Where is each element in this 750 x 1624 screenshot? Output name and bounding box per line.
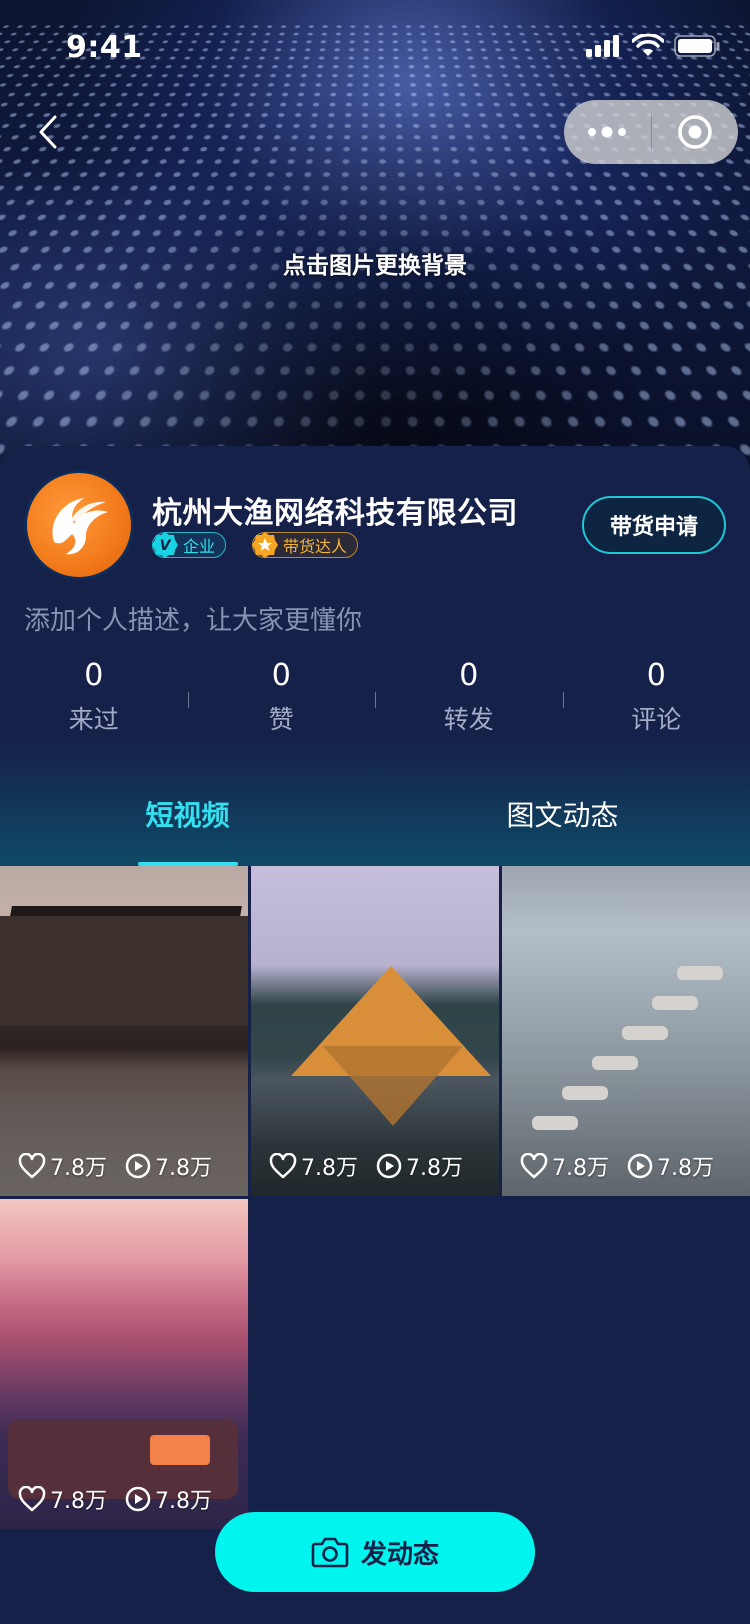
stat-value: 0 [563,658,750,694]
thumbnail-art [592,1056,638,1070]
video-thumbnail[interactable]: 7.8万 7.8万 [502,866,750,1196]
video-stats: 7.8万 7.8万 [269,1150,463,1182]
stat-label: 评论 [563,700,750,736]
post-update-label: 发动态 [361,1534,439,1571]
stat-comments[interactable]: 0 评论 [563,658,750,748]
play-count: 7.8万 [155,1483,212,1515]
stat-label: 来过 [0,700,188,736]
video-thumbnail[interactable]: 7.8万 7.8万 [251,866,499,1196]
company-logo-icon [40,486,118,564]
play-icon [125,1486,151,1512]
profile-stats: 0 来过 0 赞 0 转发 0 评论 [0,658,750,748]
heart-icon [18,1153,46,1179]
mini-program-capsule [564,100,738,164]
star-badge-icon [251,531,279,559]
play-icon [376,1153,402,1179]
close-mini-program-button[interactable] [652,114,739,150]
more-dots-icon [587,126,627,138]
heart-icon [18,1486,46,1512]
profile-description[interactable]: 添加个人描述，让大家更懂你 [24,600,362,637]
thumbnail-art [562,1086,608,1100]
chevron-left-icon [37,114,59,150]
heart-icon [520,1153,548,1179]
stat-label: 赞 [188,700,376,736]
change-background-hint[interactable]: 点击图片更换背景 [0,246,750,280]
stat-value: 0 [375,658,563,694]
tab-image-text-post[interactable]: 图文动态 [375,782,750,866]
svg-text:V: V [160,538,172,554]
target-icon [677,114,713,150]
seller-badge-label: 带货达人 [283,533,347,557]
video-stats: 7.8万 7.8万 [18,1150,212,1182]
play-count: 7.8万 [406,1150,463,1182]
stat-likes[interactable]: 0 赞 [188,658,376,748]
stat-value: 0 [0,658,188,694]
like-count: 7.8万 [552,1150,609,1182]
stat-shares[interactable]: 0 转发 [375,658,563,748]
stat-visits[interactable]: 0 来过 [0,658,188,748]
like-count: 7.8万 [301,1150,358,1182]
thumbnail-art [652,996,698,1010]
enterprise-badge: V 企业 [152,532,226,558]
play-icon [125,1153,151,1179]
thumbnail-art [532,1116,578,1130]
apply-seller-button[interactable]: 带货申请 [582,496,726,554]
video-grid: 7.8万 7.8万 7.8万 7.8万 7.8万 7.8万 7.8万 7.8万 [0,866,750,1529]
battery-icon [674,35,720,57]
post-update-button[interactable]: 发动态 [215,1512,535,1592]
avatar[interactable] [24,470,134,580]
play-icon [627,1153,653,1179]
video-stats: 7.8万 7.8万 [520,1150,714,1182]
more-button[interactable] [564,126,651,138]
play-count: 7.8万 [657,1150,714,1182]
enterprise-badge-label: 企业 [183,533,215,557]
badges: V 企业 带货达人 [152,532,358,558]
profile-card: 杭州大渔网络科技有限公司 V 企业 带货达人 带货申请 添加个人描述，让大家更懂… [0,446,750,866]
back-button[interactable] [28,110,68,154]
status-bar: 9:41 [0,0,750,88]
company-name: 杭州大渔网络科技有限公司 [152,488,518,532]
stat-label: 转发 [375,700,563,736]
video-thumbnail[interactable]: 7.8万 7.8万 [0,866,248,1196]
like-count: 7.8万 [50,1483,107,1515]
thumbnail-art [0,916,248,1026]
system-icons [586,34,720,58]
stat-value: 0 [188,658,376,694]
tab-short-video[interactable]: 短视频 [0,782,375,866]
thumbnail-art [150,1435,210,1465]
seller-badge: 带货达人 [252,532,358,558]
tab-label: 图文动态 [506,794,618,834]
video-thumbnail[interactable]: 7.8万 7.8万 [0,1199,248,1529]
thumbnail-art [677,966,723,980]
like-count: 7.8万 [50,1150,107,1182]
content-tabs: 短视频 图文动态 [0,782,750,866]
thumbnail-art [622,1026,668,1040]
camera-icon [311,1535,349,1569]
tab-label: 短视频 [145,794,229,834]
heart-icon [269,1153,297,1179]
wifi-icon [632,34,664,58]
video-stats: 7.8万 7.8万 [18,1483,212,1515]
thumbnail-art [323,1046,463,1126]
signal-icon [586,35,622,57]
play-count: 7.8万 [155,1150,212,1182]
verified-v-icon: V [151,531,179,559]
status-time: 9:41 [66,30,143,65]
